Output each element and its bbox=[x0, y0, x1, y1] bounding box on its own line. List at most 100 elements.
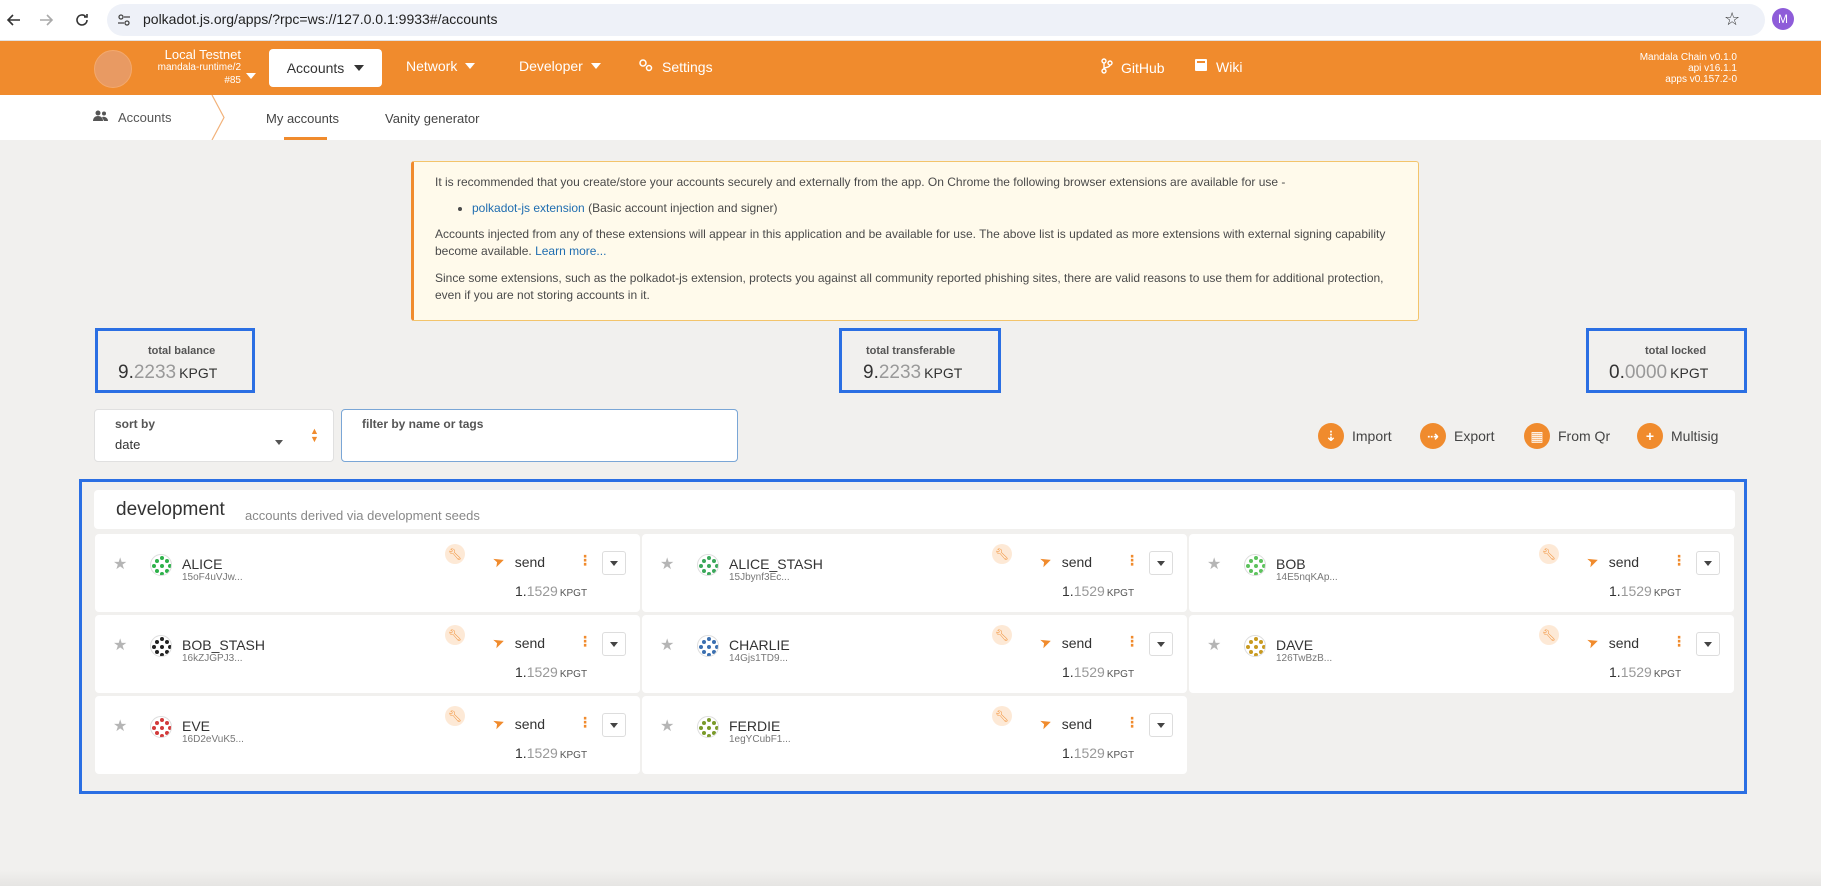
identicon[interactable] bbox=[1244, 554, 1266, 576]
more-options-icon[interactable]: ⋮ bbox=[578, 633, 592, 650]
send-button[interactable]: ➤ send bbox=[1037, 633, 1092, 652]
account-name[interactable]: FERDIE bbox=[729, 718, 780, 734]
expand-button[interactable] bbox=[1149, 551, 1173, 575]
expand-button[interactable] bbox=[602, 551, 626, 575]
link-wiki[interactable]: Wiki bbox=[1194, 58, 1242, 75]
send-button[interactable]: ➤ send bbox=[1037, 714, 1092, 733]
identicon-dot bbox=[707, 572, 711, 575]
group-title: development bbox=[116, 499, 225, 520]
filter-input[interactable]: filter by name or tags bbox=[341, 409, 738, 462]
expand-button[interactable] bbox=[1149, 713, 1173, 737]
account-name[interactable]: CHARLIE bbox=[729, 637, 790, 653]
extension-link[interactable]: polkadot-js extension bbox=[472, 201, 585, 215]
identicon[interactable] bbox=[697, 716, 719, 738]
forward-arrow-icon[interactable] bbox=[34, 8, 58, 32]
sort-by-dropdown[interactable]: sort by date ▲ ▼ bbox=[94, 409, 334, 462]
account-address[interactable]: 1egYCubF1... bbox=[729, 734, 791, 745]
identicon[interactable] bbox=[150, 554, 172, 576]
send-button[interactable]: ➤ send bbox=[1584, 633, 1639, 652]
learn-more-link[interactable]: Learn more... bbox=[535, 244, 606, 258]
expand-button[interactable] bbox=[602, 713, 626, 737]
wrench-icon[interactable]: 🔧︎ bbox=[1539, 544, 1559, 564]
reload-icon[interactable] bbox=[70, 8, 94, 32]
more-options-icon[interactable]: ⋮ bbox=[1125, 633, 1139, 650]
wrench-icon[interactable]: 🔧︎ bbox=[445, 544, 465, 564]
account-address[interactable]: 126TwBzB... bbox=[1276, 653, 1332, 664]
account-address[interactable]: 15Jbynf3Ec... bbox=[729, 572, 790, 583]
favorite-star-icon[interactable]: ★ bbox=[1207, 635, 1221, 655]
expand-button[interactable] bbox=[1696, 551, 1720, 575]
account-name[interactable]: ALICE bbox=[182, 556, 222, 572]
total-transferable-int: 9. bbox=[863, 362, 879, 383]
more-options-icon[interactable]: ⋮ bbox=[1125, 552, 1139, 569]
account-name[interactable]: BOB bbox=[1276, 556, 1306, 572]
chain-logo[interactable] bbox=[94, 50, 132, 88]
favorite-star-icon[interactable]: ★ bbox=[113, 635, 127, 655]
chain-dropdown-icon[interactable] bbox=[246, 66, 256, 84]
more-options-icon[interactable]: ⋮ bbox=[1672, 633, 1686, 650]
wrench-icon[interactable]: 🔧︎ bbox=[445, 625, 465, 645]
export-label: Export bbox=[1454, 428, 1495, 444]
menu-developer[interactable]: Developer bbox=[519, 58, 601, 74]
send-button[interactable]: ➤ send bbox=[490, 714, 545, 733]
account-name[interactable]: EVE bbox=[182, 718, 210, 734]
wrench-icon[interactable]: 🔧︎ bbox=[1539, 625, 1559, 645]
send-button[interactable]: ➤ send bbox=[1037, 552, 1092, 571]
expand-button[interactable] bbox=[602, 632, 626, 656]
account-address[interactable]: 14E5nqKAp... bbox=[1276, 572, 1338, 583]
expand-button[interactable] bbox=[1696, 632, 1720, 656]
more-options-icon[interactable]: ⋮ bbox=[578, 552, 592, 569]
more-options-icon[interactable]: ⋮ bbox=[1125, 714, 1139, 731]
wrench-icon[interactable]: 🔧︎ bbox=[992, 544, 1012, 564]
menu-network[interactable]: Network bbox=[406, 58, 476, 74]
favorite-star-icon[interactable]: ★ bbox=[1207, 554, 1221, 574]
chain-info[interactable]: Local Testnet mandala-runtime/2 #85 bbox=[135, 48, 241, 87]
favorite-star-icon[interactable]: ★ bbox=[113, 554, 127, 574]
favorite-star-icon[interactable]: ★ bbox=[113, 716, 127, 736]
multisig-button[interactable]: + Multisig bbox=[1637, 423, 1718, 449]
send-button[interactable]: ➤ send bbox=[490, 633, 545, 652]
from-qr-button[interactable]: ▦ From Qr bbox=[1524, 423, 1610, 449]
sort-direction-icon[interactable]: ▲ ▼ bbox=[310, 427, 319, 444]
bookmark-star-icon[interactable]: ☆ bbox=[1724, 9, 1740, 30]
wrench-icon[interactable]: 🔧︎ bbox=[992, 625, 1012, 645]
favorite-star-icon[interactable]: ★ bbox=[660, 635, 674, 655]
tab-vanity-generator[interactable]: Vanity generator bbox=[385, 111, 479, 126]
wrench-icon[interactable]: 🔧︎ bbox=[992, 706, 1012, 726]
identicon[interactable] bbox=[1244, 635, 1266, 657]
expand-button[interactable] bbox=[1149, 632, 1173, 656]
more-options-icon[interactable]: ⋮ bbox=[578, 714, 592, 731]
import-button[interactable]: ⇣ Import bbox=[1318, 423, 1392, 449]
account-name[interactable]: ALICE_STASH bbox=[729, 556, 823, 572]
menu-settings[interactable]: Settings bbox=[638, 58, 713, 75]
identicon-dot bbox=[152, 726, 156, 730]
send-button[interactable]: ➤ send bbox=[490, 552, 545, 571]
account-name[interactable]: BOB_STASH bbox=[182, 637, 265, 653]
favorite-star-icon[interactable]: ★ bbox=[660, 554, 674, 574]
identicon-dot bbox=[165, 559, 169, 563]
account-address[interactable]: 16kZJGPJ3... bbox=[182, 653, 243, 664]
total-balance-value: 9.2233 KPGT bbox=[118, 362, 217, 384]
menu-accounts[interactable]: Accounts bbox=[269, 49, 382, 87]
tab-my-accounts[interactable]: My accounts bbox=[266, 111, 339, 126]
account-address[interactable]: 16D2eVuK5... bbox=[182, 734, 244, 745]
export-button[interactable]: ⇢ Export bbox=[1420, 423, 1494, 449]
identicon[interactable] bbox=[697, 635, 719, 657]
more-options-icon[interactable]: ⋮ bbox=[1672, 552, 1686, 569]
chevron-down-icon bbox=[1157, 560, 1165, 566]
wrench-icon[interactable]: 🔧︎ bbox=[445, 706, 465, 726]
identicon[interactable] bbox=[150, 716, 172, 738]
identicon-dot bbox=[707, 653, 711, 656]
account-name[interactable]: DAVE bbox=[1276, 637, 1313, 653]
send-button[interactable]: ➤ send bbox=[1584, 552, 1639, 571]
site-settings-icon[interactable] bbox=[116, 12, 132, 33]
account-address[interactable]: 15oF4uVJw... bbox=[182, 572, 243, 583]
account-address[interactable]: 14Gjs1TD9... bbox=[729, 653, 788, 664]
profile-avatar[interactable]: M bbox=[1772, 8, 1794, 30]
identicon[interactable] bbox=[150, 635, 172, 657]
back-arrow-icon[interactable] bbox=[2, 8, 26, 32]
link-github[interactable]: GitHub bbox=[1101, 58, 1165, 77]
identicon[interactable] bbox=[697, 554, 719, 576]
favorite-star-icon[interactable]: ★ bbox=[660, 716, 674, 736]
menu-network-label: Network bbox=[406, 58, 458, 74]
